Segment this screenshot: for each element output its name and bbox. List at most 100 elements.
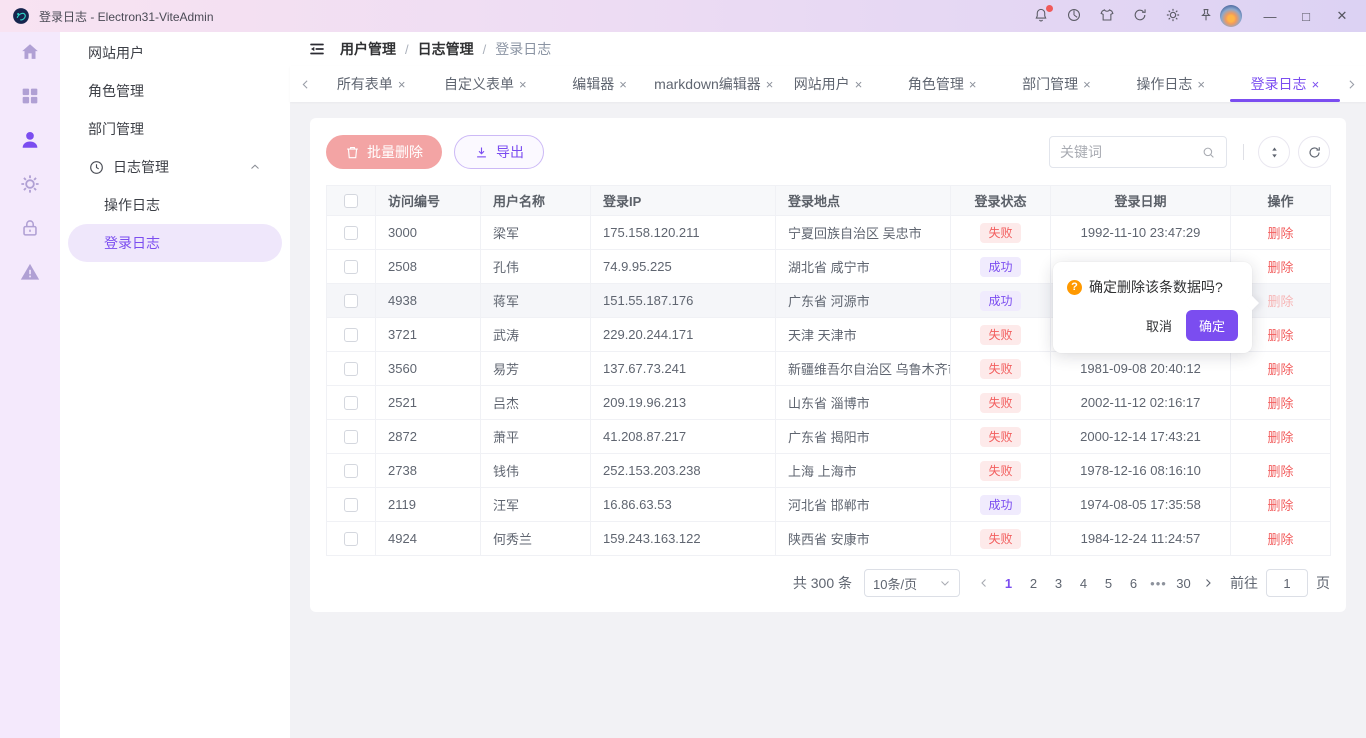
cell-login-date: 1978-12-16 08:16:10: [1051, 454, 1231, 488]
maximize-window-button[interactable]: □: [1292, 4, 1320, 28]
breadcrumb-separator: /: [405, 42, 409, 57]
sidebar-item[interactable]: 角色管理: [68, 72, 282, 110]
gauge-button[interactable]: [1066, 8, 1082, 24]
tab-close-icon[interactable]: ×: [519, 78, 527, 91]
sidebar-item[interactable]: 操作日志: [68, 186, 282, 224]
delete-row-link[interactable]: 删除: [1267, 226, 1293, 241]
row-checkbox[interactable]: [344, 260, 358, 274]
cell-id: 2872: [376, 420, 481, 454]
row-checkbox[interactable]: [344, 294, 358, 308]
close-window-button[interactable]: ✕: [1328, 4, 1356, 28]
tab-操作日志[interactable]: 操作日志×: [1114, 66, 1228, 102]
delete-row-link[interactable]: 删除: [1267, 498, 1293, 513]
page-number-3[interactable]: 3: [1046, 569, 1071, 597]
cell-ip: 16.86.63.53: [591, 488, 776, 522]
rail-item-gear-icon[interactable]: [18, 174, 42, 196]
popover-confirm-button[interactable]: 确定: [1186, 310, 1238, 341]
row-checkbox[interactable]: [344, 498, 358, 512]
row-checkbox[interactable]: [344, 430, 358, 444]
row-checkbox[interactable]: [344, 532, 358, 546]
delete-row-link[interactable]: 删除: [1267, 328, 1293, 343]
breadcrumb-item[interactable]: 用户管理: [340, 39, 396, 59]
row-checkbox[interactable]: [344, 396, 358, 410]
maximize-icon: □: [1302, 9, 1310, 24]
row-checkbox[interactable]: [344, 226, 358, 240]
row-checkbox[interactable]: [344, 464, 358, 478]
settings-gear-button[interactable]: [1165, 8, 1181, 24]
tab-close-icon[interactable]: ×: [969, 78, 977, 91]
table-refresh-button[interactable]: [1298, 136, 1330, 168]
tab-close-icon[interactable]: ×: [1083, 78, 1091, 91]
select-all-checkbox[interactable]: [344, 194, 358, 208]
theme-shirt-button[interactable]: [1099, 8, 1115, 24]
tab-close-icon[interactable]: ×: [398, 78, 406, 91]
rail-item-dashboard-grid-icon[interactable]: [18, 86, 42, 108]
page-number-2[interactable]: 2: [1021, 569, 1046, 597]
page-number-30[interactable]: 30: [1171, 569, 1196, 597]
page-number-1[interactable]: 1: [996, 569, 1021, 597]
tab-部门管理[interactable]: 部门管理×: [999, 66, 1113, 102]
sidebar-item[interactable]: 部门管理: [68, 110, 282, 148]
rail-item-home-icon[interactable]: [18, 42, 42, 64]
notification-bell-icon: [1033, 7, 1049, 26]
tab-close-icon[interactable]: ×: [1197, 78, 1205, 91]
tab-登录日志[interactable]: 登录日志×: [1228, 66, 1342, 102]
tab-角色管理[interactable]: 角色管理×: [885, 66, 999, 102]
batch-delete-button[interactable]: 批量删除: [326, 135, 442, 169]
next-page-icon[interactable]: [1196, 569, 1220, 597]
collapse-menu-icon[interactable]: [308, 40, 326, 58]
tab-自定义表单[interactable]: 自定义表单×: [428, 66, 542, 102]
rail-item-lock-icon[interactable]: [18, 218, 42, 240]
column-sort-button[interactable]: [1258, 136, 1290, 168]
cell-id: 2738: [376, 454, 481, 488]
delete-row-link[interactable]: 删除: [1267, 430, 1293, 445]
user-avatar[interactable]: [1220, 5, 1242, 27]
page-number-5[interactable]: 5: [1096, 569, 1121, 597]
search-icon[interactable]: [1201, 145, 1216, 160]
row-checkbox[interactable]: [344, 362, 358, 376]
refresh-button[interactable]: [1132, 8, 1148, 24]
delete-row-link[interactable]: 删除: [1267, 396, 1293, 411]
tab-网站用户[interactable]: 网站用户×: [771, 66, 885, 102]
delete-row-link[interactable]: 删除: [1267, 532, 1293, 547]
keyword-search-input[interactable]: [1060, 144, 1201, 160]
rail-item-warning-icon[interactable]: [18, 262, 42, 284]
home-icon: [19, 41, 41, 66]
table-row: 4924何秀兰159.243.163.122陕西省 安康市失败1984-12-2…: [327, 522, 1331, 556]
delete-row-link[interactable]: 删除: [1267, 362, 1293, 377]
minimize-window-button[interactable]: —: [1256, 4, 1284, 28]
tabs-scroll-right-icon[interactable]: [1342, 66, 1360, 102]
popover-cancel-button[interactable]: 取消: [1146, 316, 1172, 335]
tab-close-icon[interactable]: ×: [1312, 78, 1320, 91]
app-window: 登录日志 - Electron31-ViteAdmin —□✕ 网站用户角色管理…: [0, 0, 1366, 738]
table-header-row: 访问编号用户名称登录IP登录地点登录状态登录日期操作: [327, 186, 1331, 216]
tab-所有表单[interactable]: 所有表单×: [314, 66, 428, 102]
tab-close-icon[interactable]: ×: [619, 78, 627, 91]
delete-row-link[interactable]: 删除: [1267, 260, 1293, 275]
sidebar-item[interactable]: 网站用户: [68, 34, 282, 72]
pagination-total: 共 300 条: [793, 573, 852, 593]
row-checkbox[interactable]: [344, 328, 358, 342]
delete-row-link[interactable]: 删除: [1267, 464, 1293, 479]
pagination-ellipsis[interactable]: •••: [1146, 569, 1171, 597]
page-number-4[interactable]: 4: [1071, 569, 1096, 597]
tabs-scroll-left-icon[interactable]: [296, 66, 314, 102]
export-button[interactable]: 导出: [454, 135, 544, 169]
tab-close-icon[interactable]: ×: [855, 78, 863, 91]
batch-delete-label: 批量删除: [367, 142, 423, 162]
goto-page-input[interactable]: [1266, 569, 1308, 597]
page-number-6[interactable]: 6: [1121, 569, 1146, 597]
rail-item-user-icon[interactable]: [18, 130, 42, 152]
tab-编辑器[interactable]: 编辑器×: [542, 66, 656, 102]
delete-row-link[interactable]: 删除: [1267, 294, 1293, 309]
tab-markdown编辑器[interactable]: markdown编辑器×: [657, 66, 771, 102]
column-header: 访问编号: [376, 186, 481, 216]
prev-page-icon[interactable]: [972, 569, 996, 597]
breadcrumb-item[interactable]: 日志管理: [418, 39, 474, 59]
notification-bell-button[interactable]: [1033, 8, 1049, 24]
sidebar-item[interactable]: 日志管理: [68, 148, 282, 186]
sidebar-item[interactable]: 登录日志: [68, 224, 282, 262]
cell-login-date: 1992-11-10 23:47:29: [1051, 216, 1231, 250]
pin-button[interactable]: [1198, 8, 1214, 24]
page-size-select[interactable]: 10条/页: [864, 569, 960, 597]
